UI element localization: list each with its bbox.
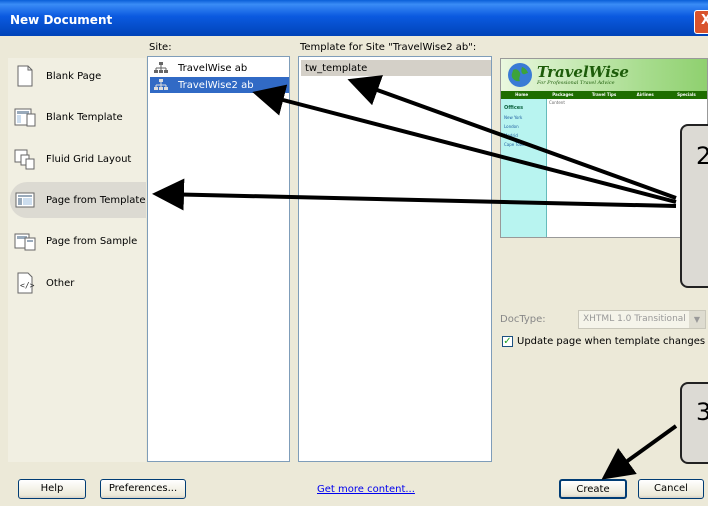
preview-nav-item: Specials [677, 92, 696, 97]
category-label: Page from Template [46, 194, 146, 206]
category-other[interactable]: </> Other [14, 265, 146, 301]
preview-nav-item: Travel Tips [591, 92, 617, 97]
callout-number: 2 [696, 142, 708, 170]
preview-nav-item: Home [515, 92, 529, 97]
preview-content: Content [549, 100, 565, 105]
cancel-button[interactable]: Cancel [638, 479, 704, 499]
preview-nav-item: Packages [552, 92, 574, 97]
template-list[interactable]: tw_template [298, 56, 492, 462]
blank-page-icon [17, 65, 33, 87]
other-icon: </> [17, 272, 35, 294]
update-page-label: Update page when template changes [517, 336, 706, 347]
category-page-from-template[interactable]: Page from Template [10, 182, 146, 218]
title-bar: New Document X [0, 0, 708, 36]
page-template-icon [15, 192, 35, 208]
preview-sidebar-link: New York [504, 115, 523, 120]
preview-header: TravelWise For Professional Travel Advic… [501, 59, 707, 91]
preview-sidebar: Offices New York London Madrid Cape Town [501, 99, 547, 237]
site-item-label: TravelWise ab [178, 62, 248, 74]
template-label: Template for Site "TravelWise2 ab": [300, 42, 477, 53]
preview-nav: Home Packages Travel Tips Airlines Speci… [501, 91, 707, 99]
template-item[interactable]: tw_template [301, 60, 491, 76]
preview-sidebar-link: Madrid [504, 133, 518, 138]
category-label: Fluid Grid Layout [46, 153, 132, 165]
create-button[interactable]: Create [559, 479, 627, 499]
category-page-from-sample[interactable]: Page from Sample [14, 223, 146, 259]
window-title: New Document [10, 13, 113, 27]
update-page-checkbox[interactable]: ✓ [502, 336, 513, 347]
page-sample-icon [14, 233, 36, 251]
preview-sidebar-link: Cape Town [504, 142, 526, 147]
preview-tagline: For Professional Travel Advice [537, 80, 615, 86]
blank-template-icon [14, 108, 36, 127]
category-fluid-grid-layout[interactable]: Fluid Grid Layout [14, 141, 146, 177]
preview-sidebar-heading: Offices [504, 105, 524, 111]
doctype-value: XHTML 1.0 Transitional [583, 314, 686, 324]
site-item-label: TravelWise2 ab [178, 79, 254, 91]
preview-sidebar-link: London [504, 124, 519, 129]
preview-nav-item: Airlines [636, 92, 654, 97]
callout-step-3: 3 [680, 382, 708, 464]
help-button[interactable]: Help [18, 479, 86, 499]
template-item-label: tw_template [305, 62, 368, 74]
site-icon [154, 79, 168, 90]
site-label: Site: [149, 42, 172, 53]
doctype-label: DocType: [500, 314, 546, 325]
site-list[interactable]: TravelWise ab TravelWise2 ab [147, 56, 290, 462]
svg-text:</>: </> [20, 281, 35, 290]
category-label: Other [46, 277, 75, 289]
chevron-down-icon: ▼ [689, 311, 705, 328]
callout-step-2: 2 [680, 124, 708, 288]
get-more-content-link[interactable]: Get more content... [317, 484, 415, 495]
category-blank-template[interactable]: Blank Template [14, 99, 146, 135]
template-preview: TravelWise For Professional Travel Advic… [500, 58, 708, 238]
fluid-grid-icon [14, 149, 35, 170]
preview-logo: TravelWise [537, 63, 629, 81]
category-label: Page from Sample [46, 235, 138, 247]
doctype-select[interactable]: XHTML 1.0 Transitional ▼ [578, 310, 706, 329]
category-label: Blank Page [46, 70, 102, 82]
category-blank-page[interactable]: Blank Page [14, 58, 146, 94]
preferences-button[interactable]: Preferences... [100, 479, 186, 499]
category-label: Blank Template [46, 111, 123, 123]
callout-number: 3 [696, 398, 708, 426]
site-item-selected[interactable]: TravelWise2 ab [150, 77, 289, 93]
site-item[interactable]: TravelWise ab [150, 60, 289, 76]
globe-icon [508, 63, 532, 87]
close-button[interactable]: X [694, 10, 708, 34]
site-icon [154, 62, 168, 73]
